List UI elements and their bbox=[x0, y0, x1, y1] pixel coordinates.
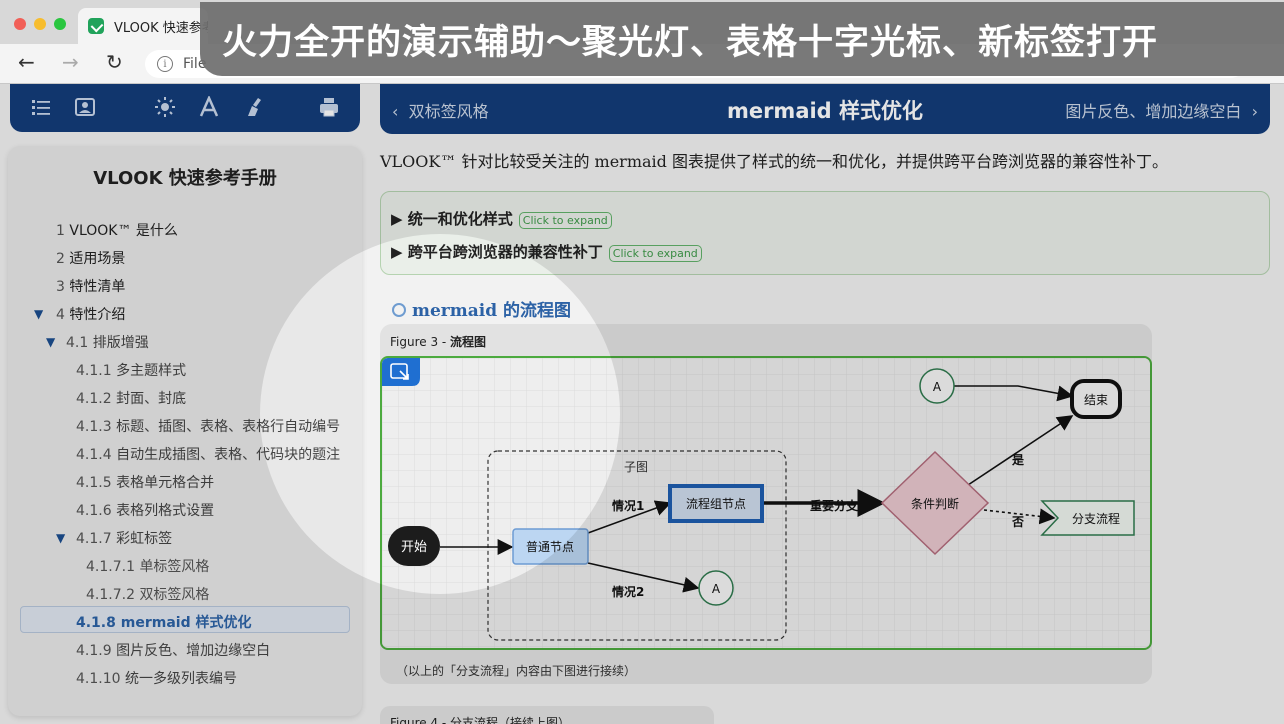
toc-item-4-1-10[interactable]: 4.1.10 统一多级列表编号 bbox=[76, 668, 237, 688]
vlook-favicon-icon bbox=[88, 18, 104, 34]
toc-item-4-1-4[interactable]: 4.1.4 自动生成插图、表格、代码块的题注 bbox=[76, 444, 340, 464]
intro-paragraph: VLOOK™ 针对比较受关注的 mermaid 图表提供了样式的统一和优化，并提… bbox=[380, 152, 1168, 171]
image-icon[interactable] bbox=[74, 96, 96, 118]
print-icon[interactable] bbox=[318, 96, 340, 118]
toc-item-4-1-5[interactable]: 4.1.5 表格单元格合并 bbox=[76, 472, 214, 492]
toc-item-4-1-7-1[interactable]: 4.1.7.1 单标签风格 bbox=[86, 556, 209, 576]
section-heading: mermaid 的流程图 bbox=[392, 296, 571, 321]
tab-title: VLOOK 快速参考手册 bbox=[114, 20, 208, 36]
toc-list-icon[interactable] bbox=[30, 96, 52, 118]
toc-item-4-1[interactable]: 4.1 排版增强 bbox=[66, 332, 149, 352]
toc-title: VLOOK 快速参考手册 bbox=[93, 168, 277, 189]
next-chapter-link[interactable]: 图片反色、增加边缘空白 › bbox=[1065, 98, 1258, 122]
figure-block: Figure 3 - 流程图 子图 情况1 情况2 重要分支 是 否 开始 普通… bbox=[380, 324, 1152, 684]
screen: VLOOK 快速参考手册 ← → ↻ i File bbox=[0, 0, 1284, 724]
edge-label-yes: 是 bbox=[1011, 453, 1025, 467]
details-compat-patch[interactable]: ▶ 跨平台跨浏览器的兼容性补丁 Click to expand bbox=[391, 241, 702, 262]
toc-item-4-1-6[interactable]: 4.1.6 表格列格式设置 bbox=[76, 500, 214, 520]
toc-item-4-1-2[interactable]: 4.1.2 封面、封底 bbox=[76, 388, 186, 408]
side-toolbar bbox=[10, 84, 360, 132]
font-icon[interactable] bbox=[198, 96, 220, 118]
chevron-down-icon[interactable]: ▼ bbox=[46, 335, 55, 349]
forward-arrow-icon[interactable]: → bbox=[62, 50, 79, 74]
edge-label-major: 重要分支 bbox=[810, 498, 859, 513]
edge-label-case2: 情况2 bbox=[612, 584, 644, 599]
edge-label-case1: 情况1 bbox=[612, 498, 644, 513]
toc-item-4-1-7-2[interactable]: 4.1.7.2 双标签风格 bbox=[86, 584, 209, 604]
figure-note: （以上的「分支流程」内容由下图进行接续） bbox=[396, 664, 637, 678]
chevron-down-icon[interactable]: ▼ bbox=[34, 307, 43, 321]
toc-item-4-1-3[interactable]: 4.1.3 标题、插图、表格、表格行自动编号 bbox=[76, 416, 340, 436]
expand-tag[interactable]: Click to expand bbox=[518, 212, 612, 229]
toc-item-4-1-8-active[interactable]: 4.1.8 mermaid 样式优化 bbox=[76, 612, 251, 632]
info-icon[interactable]: i bbox=[157, 56, 173, 72]
next-figure-caption: Figure 4 - 分支流程（接续上图） bbox=[380, 706, 714, 724]
chapter-nav-bar: ‹ 双标签风格 mermaid 样式优化 图片反色、增加边缘空白 › bbox=[380, 84, 1270, 134]
theme-sun-icon[interactable] bbox=[154, 96, 176, 118]
start-node-label: 开始 bbox=[401, 540, 427, 555]
toc-item-4-1-9[interactable]: 4.1.9 图片反色、增加边缘空白 bbox=[76, 640, 270, 660]
chevron-down-icon[interactable]: ▼ bbox=[56, 531, 65, 545]
close-window-button[interactable] bbox=[14, 18, 26, 30]
details-block: ▶ 统一和优化样式 Click to expand ▶ 跨平台跨浏览器的兼容性补丁… bbox=[380, 191, 1270, 275]
circle-node-a2-label: A bbox=[712, 582, 721, 596]
browser-tab[interactable]: VLOOK 快速参考手册 bbox=[78, 8, 208, 44]
heading-ring-icon bbox=[392, 303, 406, 317]
details-unified-style[interactable]: ▶ 统一和优化样式 Click to expand bbox=[391, 208, 612, 229]
toc-item-4-1-7[interactable]: 4.1.7 彩虹标签 bbox=[76, 528, 172, 548]
end-node-label: 结束 bbox=[1084, 393, 1108, 407]
maximize-window-button[interactable] bbox=[54, 18, 66, 30]
minimize-window-button[interactable] bbox=[34, 18, 46, 30]
branch-flow-label: 分支流程 bbox=[1072, 511, 1120, 526]
back-arrow-icon[interactable]: ← bbox=[18, 50, 35, 74]
demo-caption-banner: 火力全开的演示辅助～聚光灯、表格十字光标、新标签打开 bbox=[200, 2, 1284, 76]
toc-item-1[interactable]: 1 VLOOK™ 是什么 bbox=[56, 220, 178, 240]
normal-node-label: 普通节点 bbox=[526, 540, 574, 554]
clean-icon[interactable] bbox=[244, 96, 266, 118]
toc-item-4-1-1[interactable]: 4.1.1 多主题样式 bbox=[76, 360, 186, 380]
toc-item-3[interactable]: 3 特性清单 bbox=[56, 276, 125, 296]
edge-label-no: 否 bbox=[1011, 515, 1024, 529]
group-node-label: 流程组节点 bbox=[686, 496, 746, 511]
page-content: VLOOK 快速参考手册 1 VLOOK™ 是什么 2 适用场景 3 特性清单 … bbox=[0, 84, 1284, 724]
reload-icon[interactable]: ↻ bbox=[106, 50, 123, 74]
decision-node-label: 条件判断 bbox=[911, 496, 959, 511]
toc-item-2[interactable]: 2 适用场景 bbox=[56, 248, 125, 268]
toc-item-4[interactable]: 4 特性介绍 bbox=[56, 304, 125, 324]
figure-caption: Figure 3 - 流程图 bbox=[390, 335, 487, 349]
circle-node-a-label: A bbox=[933, 380, 942, 394]
chevron-right-icon: › bbox=[1241, 102, 1258, 121]
flowchart-canvas: 子图 情况1 情况2 重要分支 是 否 开始 普通节点 流程组节点 A 条件判断… bbox=[380, 356, 1152, 650]
expand-tag[interactable]: Click to expand bbox=[608, 245, 702, 262]
subgraph-label: 子图 bbox=[624, 460, 648, 474]
flowchart-svg: 子图 情况1 情况2 重要分支 是 否 开始 普通节点 流程组节点 A 条件判断… bbox=[382, 358, 1150, 648]
